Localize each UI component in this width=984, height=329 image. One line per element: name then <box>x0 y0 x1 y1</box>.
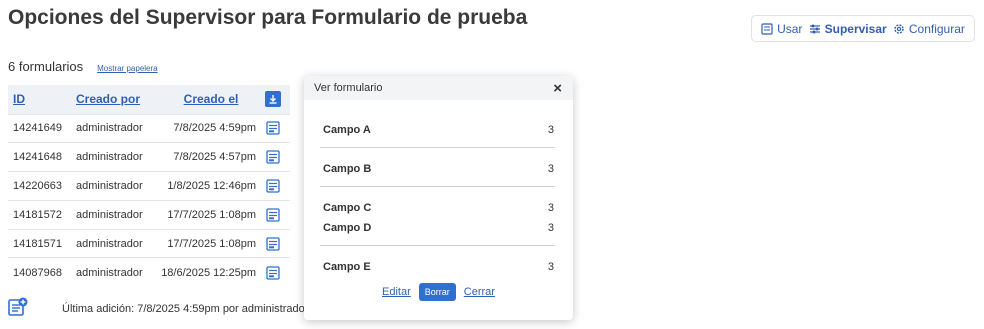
mode-supervise-label: Supervisar <box>824 21 887 36</box>
table-row: 14181571 administrador 17/7/2025 1:08pm <box>8 228 290 258</box>
add-form-icon[interactable] <box>8 297 28 317</box>
mode-configure-label: Configurar <box>908 21 965 36</box>
download-icon[interactable] <box>265 91 281 108</box>
close-icon[interactable]: × <box>553 81 562 96</box>
mode-supervise-button[interactable]: Supervisar <box>809 22 887 36</box>
summary-row: 6 formularios Mostrar papelera <box>8 59 158 74</box>
divider <box>320 147 555 148</box>
page-title: Opciones del Supervisor para Formulario … <box>8 6 528 29</box>
view-form-icon[interactable] <box>266 236 280 251</box>
dialog-title: Ver formulario <box>314 82 383 94</box>
table-header-row: ID Creado por Creado el <box>8 85 290 114</box>
view-form-icon[interactable] <box>266 208 280 222</box>
close-link[interactable]: Cerrar <box>464 286 495 298</box>
field-row: Campo B 3 <box>323 163 554 175</box>
cell-created-by: administrador <box>72 171 152 201</box>
dialog-actions: Editar Borrar Cerrar <box>304 283 573 301</box>
last-added-text: Última adición: 7/8/2025 4:59pm por admi… <box>62 303 309 315</box>
cell-id: 14220663 <box>8 171 72 201</box>
table-row: 14241649 administrador 7/8/2025 4:59pm <box>8 113 290 143</box>
field-value: 3 <box>547 202 554 214</box>
field-row: Campo D 3 <box>323 222 554 234</box>
field-row: Campo A 3 <box>323 124 554 136</box>
show-trash-link[interactable]: Mostrar papelera <box>97 64 157 73</box>
field-name: Campo E <box>323 261 371 273</box>
delete-button[interactable]: Borrar <box>418 283 456 301</box>
cell-created-at: 18/6/2025 12:25pm <box>152 257 256 287</box>
gear-icon <box>894 23 904 34</box>
cell-created-at: 17/7/2025 1:08pm <box>152 228 256 258</box>
divider <box>320 186 555 187</box>
mode-configure-button[interactable]: Configurar <box>893 22 965 36</box>
mode-use-button[interactable]: Usar <box>761 22 802 36</box>
table-row: 14241648 administrador 7/8/2025 4:57pm <box>8 142 290 172</box>
view-form-icon[interactable] <box>266 179 280 193</box>
field-name: Campo C <box>323 202 372 214</box>
sort-id-header[interactable]: ID <box>8 85 72 114</box>
field-row: Campo C 3 <box>323 202 554 214</box>
cell-created-at: 7/8/2025 4:59pm <box>152 113 256 143</box>
cell-actions <box>256 199 290 230</box>
cell-id: 14087968 <box>8 257 72 287</box>
cell-actions <box>256 142 290 172</box>
cell-actions <box>256 113 290 143</box>
cell-created-by: administrador <box>72 199 152 230</box>
forms-table: ID Creado por Creado el 14241649 administ… <box>8 85 290 287</box>
cell-id: 14241649 <box>8 113 72 143</box>
field-value: 3 <box>547 222 554 234</box>
cell-created-by: administrador <box>72 257 152 287</box>
cell-created-by: administrador <box>72 113 152 143</box>
field-value: 3 <box>547 124 554 136</box>
sort-created-by-header[interactable]: Creado por <box>72 85 152 114</box>
cell-actions <box>256 228 290 258</box>
cell-actions <box>256 257 290 287</box>
table-row: 14220663 administrador 1/8/2025 12:46pm <box>8 171 290 201</box>
view-form-dialog: Ver formulario × Campo A 3 Campo B 3 Cam… <box>304 76 573 320</box>
divider <box>320 245 555 246</box>
field-value: 3 <box>547 261 554 273</box>
field-name: Campo D <box>323 222 372 234</box>
cell-created-by: administrador <box>72 228 152 258</box>
edit-link[interactable]: Editar <box>382 286 411 298</box>
cell-created-at: 1/8/2025 12:46pm <box>152 171 256 201</box>
view-form-icon[interactable] <box>266 121 280 136</box>
mode-use-label: Usar <box>777 21 803 36</box>
cell-id: 14181572 <box>8 199 72 230</box>
table-row: 14181572 administrador 17/7/2025 1:08pm <box>8 199 290 230</box>
sort-created-at-header[interactable]: Creado el <box>152 85 256 114</box>
view-form-icon[interactable] <box>266 265 280 280</box>
dialog-header: Ver formulario × <box>304 76 573 100</box>
cell-actions <box>256 171 290 201</box>
cell-id: 14241648 <box>8 142 72 172</box>
cell-created-at: 17/7/2025 1:08pm <box>152 199 256 230</box>
mode-switcher: Usar Supervisar Configurar <box>751 15 975 42</box>
field-row: Campo E 3 <box>323 261 554 273</box>
field-name: Campo B <box>323 163 372 175</box>
cell-created-at: 7/8/2025 4:57pm <box>152 142 256 172</box>
table-row: 14087968 administrador 18/6/2025 12:25pm <box>8 257 290 287</box>
sliders-icon <box>809 24 820 33</box>
cell-id: 14181571 <box>8 228 72 258</box>
download-header <box>256 85 290 114</box>
cell-created-by: administrador <box>72 142 152 172</box>
form-count: 6 formularios <box>8 59 84 74</box>
view-form-icon[interactable] <box>266 150 280 164</box>
field-value: 3 <box>547 163 554 175</box>
field-name: Campo A <box>323 124 371 136</box>
form-icon <box>761 22 773 35</box>
